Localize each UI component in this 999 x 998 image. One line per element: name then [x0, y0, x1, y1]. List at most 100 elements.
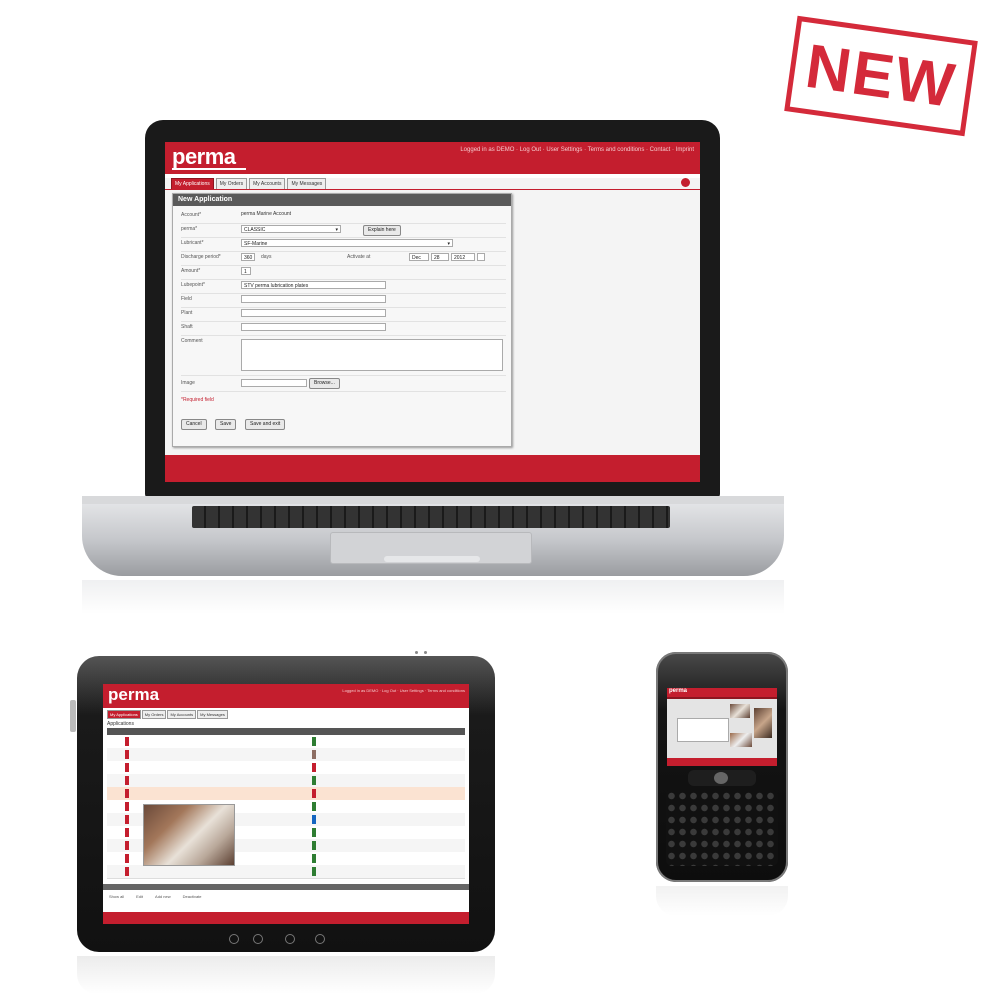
row-lube-swatch [312, 763, 316, 772]
comment-label: Comment [181, 338, 203, 344]
row-lube-swatch [312, 802, 316, 811]
row-color-swatch [125, 841, 129, 850]
phone-dialog[interactable] [677, 718, 729, 742]
row-lube-swatch [312, 815, 316, 824]
account-value: perma Marine Account [241, 211, 292, 217]
form-row-lubepoint: Lubepoint* STV perma lubrication plates [181, 279, 506, 294]
row-color-swatch [125, 763, 129, 772]
perma-label: perma* [181, 226, 198, 232]
amount-label: Amount* [181, 268, 201, 274]
amount-input[interactable]: 1 [241, 267, 251, 275]
search-icon[interactable] [315, 934, 325, 944]
new-application-panel: New Application Account* perma Marine Ac… [172, 193, 512, 447]
row-color-swatch [125, 867, 129, 876]
lubepoint-input[interactable]: STV perma lubrication plates [241, 281, 386, 289]
tablet-app-footer [103, 912, 469, 924]
tablet-camera-icon [415, 651, 418, 654]
row-color-swatch [125, 776, 129, 785]
required-note: *Required field [181, 397, 214, 403]
image-label: Image [181, 380, 195, 386]
table-row[interactable] [107, 774, 465, 788]
cancel-button[interactable]: Cancel [181, 419, 207, 430]
field-label: Field [181, 296, 192, 302]
tab-my-messages[interactable]: My Messages [197, 710, 228, 719]
app-footer [165, 455, 700, 482]
home-icon[interactable] [253, 934, 263, 944]
plant-input[interactable] [241, 309, 386, 317]
tab-my-orders[interactable]: My Orders [141, 710, 167, 719]
tablet-tabs: My Applications My Orders My Accounts My… [107, 710, 228, 719]
header-links[interactable]: Logged in as DEMO · Log Out · User Setti… [460, 147, 694, 153]
phone-photo[interactable] [730, 704, 750, 718]
discharge-unit: days [261, 254, 272, 260]
laptop-hinge [82, 496, 784, 504]
day-select[interactable]: 28 [431, 253, 449, 261]
lubricant-label: Lubricant* [181, 240, 204, 246]
table-row-highlighted[interactable] [107, 787, 465, 801]
logo-underline [172, 168, 246, 170]
save-button[interactable]: Save [215, 419, 237, 430]
perma-logo[interactable]: perma [172, 144, 236, 170]
table-row[interactable] [107, 761, 465, 775]
table-row[interactable] [107, 865, 465, 879]
perma-logo[interactable]: perma [669, 688, 687, 694]
discharge-label: Discharge period* [181, 254, 221, 260]
lubepoint-photo[interactable] [143, 804, 235, 866]
month-select[interactable]: Dec [409, 253, 429, 261]
calendar-icon[interactable] [477, 253, 485, 261]
perma-select-value: CLASSIC [244, 227, 266, 233]
laptop-screen: perma Logged in as DEMO · Log Out · User… [165, 142, 700, 482]
field-input[interactable] [241, 295, 386, 303]
row-lube-swatch [312, 841, 316, 850]
image-file-input[interactable] [241, 379, 307, 387]
perma-logo[interactable]: perma [108, 685, 159, 705]
user-icon[interactable] [681, 178, 690, 187]
tablet-side-button [70, 700, 76, 732]
browse-button[interactable]: Browse... [309, 378, 340, 389]
form-row-lubricant: Lubricant* SF-Marine ▾ [181, 237, 506, 252]
show-all-link[interactable]: Show all [109, 894, 124, 899]
deactivate-link[interactable]: Deactivate [183, 894, 202, 899]
chevron-down-icon: ▾ [335, 227, 338, 233]
back-icon[interactable] [229, 934, 239, 944]
laptop-reflection [82, 580, 784, 614]
table-row[interactable] [107, 735, 465, 749]
phone-reflection [656, 886, 788, 916]
shaft-input[interactable] [241, 323, 386, 331]
row-color-swatch [125, 802, 129, 811]
tab-my-applications[interactable]: My Applications [107, 710, 141, 719]
tab-my-accounts[interactable]: My Accounts [167, 710, 197, 719]
account-label: Account* [181, 212, 202, 218]
phone-keyboard[interactable] [666, 790, 778, 866]
phone-photo[interactable] [754, 708, 772, 738]
tablet-reflection [77, 956, 495, 994]
activate-label: Activate at [347, 254, 371, 260]
lubricant-select-value: SF-Marine [244, 241, 268, 247]
comment-textarea[interactable] [241, 339, 503, 371]
table-row[interactable] [107, 748, 465, 762]
lubricant-select[interactable]: SF-Marine ▾ [241, 239, 453, 247]
explain-button[interactable]: Explain here [363, 225, 401, 236]
form-row-discharge: Discharge period* 360 days Activate at D… [181, 251, 506, 266]
new-badge: NEW [784, 15, 978, 137]
row-color-swatch [125, 750, 129, 759]
row-color-swatch [125, 815, 129, 824]
phone-photo[interactable] [730, 733, 752, 747]
form-row-comment: Comment [181, 335, 506, 376]
add-new-link[interactable]: Add new [155, 894, 171, 899]
tablet-header-links[interactable]: Logged in as DEMO · Log Out · User Setti… [342, 688, 465, 693]
row-color-swatch [125, 737, 129, 746]
year-select[interactable]: 2012 [451, 253, 475, 261]
perma-select[interactable]: CLASSIC ▾ [241, 225, 341, 233]
row-lube-swatch [312, 750, 316, 759]
discharge-input[interactable]: 360 [241, 253, 255, 261]
row-color-swatch [125, 828, 129, 837]
trackball-icon[interactable] [714, 772, 728, 784]
edit-link[interactable]: Edit [136, 894, 143, 899]
row-lube-swatch [312, 828, 316, 837]
save-and-exit-button[interactable]: Save and exit [245, 419, 286, 430]
tab-underline [165, 189, 700, 190]
menu-icon[interactable] [285, 934, 295, 944]
form-row-account: Account* perma Marine Account [181, 209, 506, 224]
phone-screen: perma [667, 688, 777, 766]
